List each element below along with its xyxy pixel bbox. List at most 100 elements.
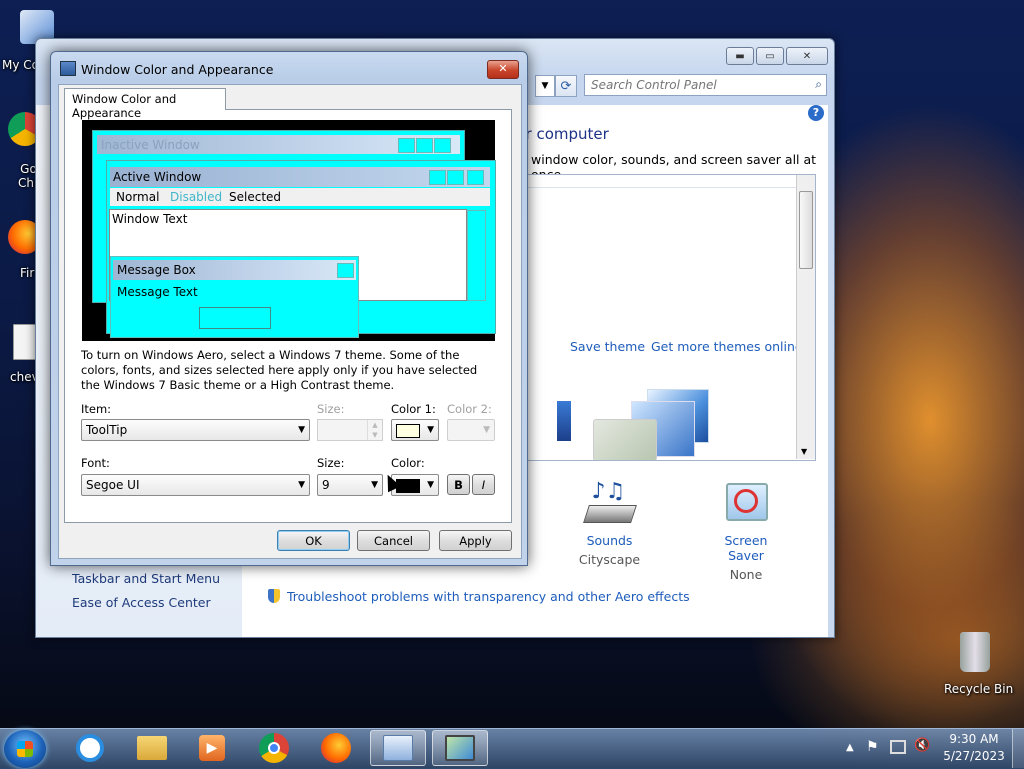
apply-button[interactable]: Apply (439, 530, 512, 551)
color2-picker[interactable]: ▼ (447, 419, 495, 441)
help-icon[interactable]: ? (808, 105, 824, 121)
minimize-icon: ▬ (735, 50, 745, 62)
theme-thumbnail[interactable] (557, 389, 709, 460)
screen-saver-icon (724, 479, 768, 525)
theme-list-scrollbar[interactable]: ▼ (796, 175, 815, 459)
item-select[interactable]: ToolTip ▼ (81, 419, 310, 441)
close-button[interactable]: ✕ (786, 47, 828, 65)
chevron-down-icon: ▼ (298, 480, 305, 490)
item-size-spinner[interactable]: ▲ ▼ (317, 419, 383, 441)
preview-inactive-title: Inactive Window (101, 138, 200, 152)
sidebar-link-taskbar[interactable]: Taskbar and Start Menu (72, 571, 220, 586)
color2-label: Color 2: (447, 402, 492, 416)
preview-menu-disabled: Disabled (170, 190, 223, 204)
preview-message-title: Message Box (117, 263, 196, 277)
theme-list[interactable]: Save theme Get more themes online (516, 174, 816, 461)
color1-picker[interactable]: ▼ (391, 419, 439, 441)
maximize-button[interactable]: ▭ (756, 47, 784, 65)
taskbar-file-explorer[interactable] (124, 730, 180, 766)
action-center-flag-icon[interactable]: ⚑ (866, 739, 879, 755)
refresh-icon: ⟳ (560, 78, 572, 94)
preview-message-box: Message Box Message Text (110, 256, 359, 338)
chrome-icon (259, 733, 289, 763)
internet-explorer-icon (76, 734, 104, 762)
taskbar-internet-explorer[interactable] (62, 730, 118, 766)
preview-minimize-icon (429, 170, 446, 185)
cancel-button[interactable]: Cancel (357, 530, 430, 551)
item-size-label: Size: (317, 402, 345, 416)
preview-menu-bar: Normal Disabled Selected (110, 188, 490, 206)
preview-minimize-icon (398, 138, 415, 153)
control-panel-icon (383, 735, 413, 761)
font-select[interactable]: Segoe UI ▼ (81, 474, 310, 496)
search-icon[interactable]: ⌕ (815, 77, 822, 92)
troubleshoot-link[interactable]: Troubleshoot problems with transparency … (287, 589, 690, 604)
preview-close-icon (467, 170, 484, 185)
file-icon (13, 324, 37, 360)
font-label: Font: (81, 456, 110, 470)
minimize-button[interactable]: ▬ (726, 47, 754, 65)
volume-muted-icon[interactable]: 🔇 (914, 738, 930, 753)
save-theme-link[interactable]: Save theme (570, 339, 645, 354)
chevron-down-icon: ▼ (371, 480, 378, 490)
preview-active-titlebar: Active Window (110, 167, 490, 187)
desktop-icon-label: My Co (2, 58, 39, 72)
taskbar-control-panel[interactable] (370, 730, 426, 766)
tab-window-color[interactable]: Window Color and Appearance (64, 88, 226, 120)
item-value: ToolTip (86, 423, 128, 437)
font-size-value: 9 (322, 478, 330, 492)
show-desktop-button[interactable] (1012, 729, 1024, 768)
bold-toggle[interactable]: B (447, 474, 470, 495)
preview-menu-selected: Selected (229, 190, 282, 204)
chevron-down-icon: ▼ (541, 81, 549, 91)
close-icon: ✕ (498, 62, 508, 75)
window-color-dialog[interactable]: Window Color and Appearance ✕ Window Col… (50, 51, 528, 566)
network-icon[interactable] (890, 740, 906, 754)
spinner-arrows-icon[interactable]: ▲ ▼ (367, 420, 382, 440)
font-value: Segoe UI (86, 478, 140, 492)
sounds-value: Cityscape (578, 552, 641, 567)
preview-message-titlebar: Message Box (113, 260, 356, 280)
firefox-icon (321, 733, 351, 763)
preview-message-button (199, 307, 271, 329)
screen-saver-item[interactable]: Screen Saver None (706, 479, 786, 582)
address-dropdown-button[interactable]: ▼ (535, 75, 555, 97)
screen-saver-label[interactable]: Screen Saver (706, 533, 786, 563)
dialog-title: Window Color and Appearance (81, 62, 274, 77)
preview-window-text: Window Text (112, 212, 188, 226)
taskbar-firefox[interactable] (308, 730, 364, 766)
preview-maximize-icon (416, 138, 433, 153)
preview-maximize-icon (447, 170, 464, 185)
font-color-label: Color: (391, 456, 425, 470)
start-button[interactable] (4, 730, 46, 768)
sounds-item[interactable]: ♪♫ Sounds Cityscape (571, 479, 648, 567)
screen-saver-value: None (729, 567, 763, 582)
taskbar-media-player[interactable]: ▶ (184, 730, 240, 766)
get-more-themes-link[interactable]: Get more themes online (651, 339, 803, 354)
scrollbar-thumb[interactable] (799, 191, 813, 269)
desktop-icon-recycle-bin[interactable]: Recycle Bin (938, 632, 1013, 696)
window-caption-buttons: ▬ ▭ ✕ (726, 47, 828, 65)
tray-clock[interactable]: 9:30 AM 5/27/2023 (938, 731, 1010, 765)
taskbar-display-settings[interactable] (432, 730, 488, 766)
media-player-icon: ▶ (199, 735, 225, 761)
chevron-down-icon: ▼ (427, 425, 434, 435)
chevron-down-icon: ▼ (298, 425, 305, 435)
sidebar-link-ease-of-access[interactable]: Ease of Access Center (72, 595, 211, 610)
sounds-label[interactable]: Sounds (571, 533, 648, 548)
scroll-down-icon[interactable]: ▼ (801, 447, 807, 456)
dialog-close-button[interactable]: ✕ (487, 60, 519, 79)
italic-toggle[interactable]: I (472, 474, 495, 495)
theme-divider (517, 187, 797, 188)
search-input[interactable] (589, 75, 803, 95)
dialog-app-icon (60, 61, 76, 76)
ok-button[interactable]: OK (277, 530, 350, 551)
tray-expand-icon[interactable]: ▲ (846, 742, 854, 753)
refresh-button[interactable]: ⟳ (555, 75, 577, 97)
search-box[interactable]: ⌕ (584, 74, 827, 96)
font-size-select[interactable]: 9 ▼ (317, 474, 383, 496)
maximize-icon: ▭ (765, 50, 775, 62)
preview-inactive-titlebar: Inactive Window (97, 135, 460, 154)
taskbar-chrome[interactable] (246, 730, 302, 766)
preview-active-title: Active Window (113, 170, 202, 184)
